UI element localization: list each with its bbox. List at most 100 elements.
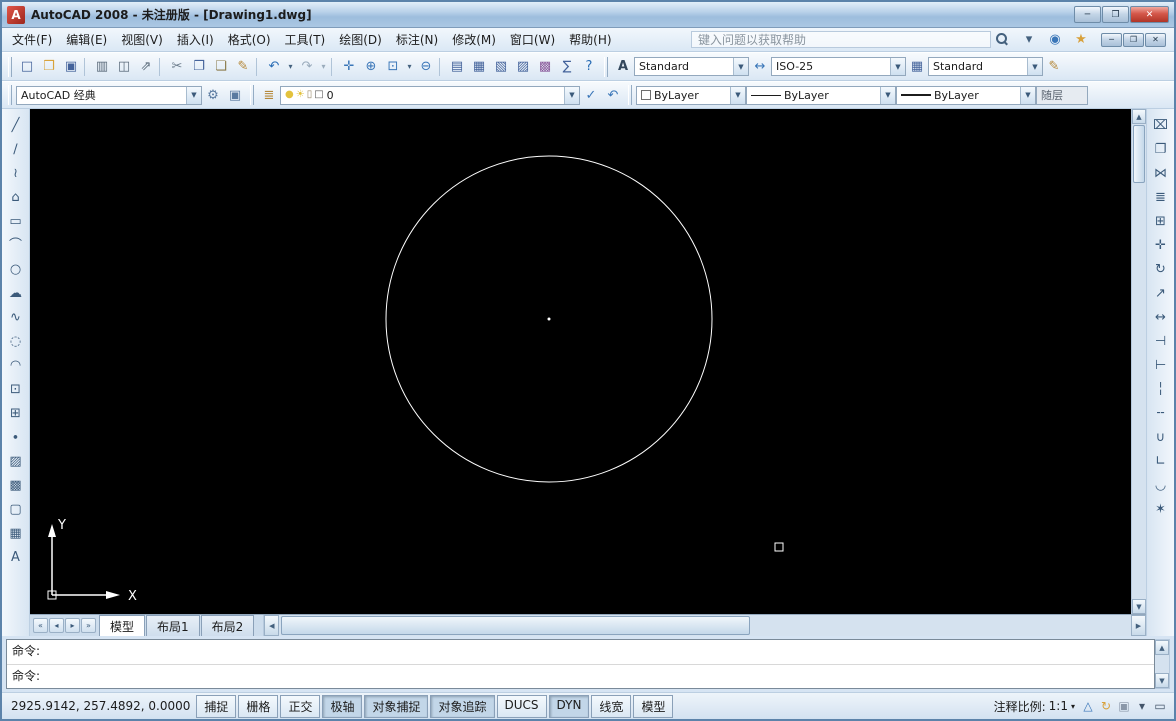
combo-arrow-icon[interactable]: ▼ [1027,58,1042,75]
publish-button[interactable]: ⇗ [135,56,157,78]
status-menu-button[interactable]: ▾ [1133,697,1151,715]
make-block-button[interactable]: ⊞ [5,402,27,424]
open-folder-button[interactable]: ❒ [38,56,60,78]
annotation-scale-arrow-icon[interactable]: ▾ [1071,702,1075,711]
pan-realtime-button[interactable]: ✛ [338,56,360,78]
help-search-input[interactable]: 键入问题以获取帮助 [691,31,991,48]
toggle-dyn[interactable]: DYN [549,695,590,718]
move-button[interactable]: ✛ [1150,234,1172,256]
vertical-scrollbar[interactable]: ▲ ▼ [1131,109,1146,614]
redo-button[interactable]: ↷ [296,56,318,78]
join-button[interactable]: ∪ [1150,426,1172,448]
tab-first-button[interactable]: « [33,618,48,633]
toggle-lwt[interactable]: 线宽 [591,695,631,718]
annotation-visibility-button[interactable]: △ [1079,697,1097,715]
tab-prev-button[interactable]: ◂ [49,618,64,633]
spline-button[interactable]: ∿ [5,306,27,328]
properties-button[interactable]: ▤ [446,56,468,78]
table-style-combo[interactable]: Standard ▼ [928,57,1043,76]
mirror-button[interactable]: ⋈ [1150,162,1172,184]
polygon-button[interactable]: ⌂ [5,186,27,208]
linetype-combo[interactable]: ByLayer ▼ [746,86,896,105]
trim-button[interactable]: ⊣ [1150,330,1172,352]
rectangle-button[interactable]: ▭ [5,210,27,232]
save-button[interactable]: ▣ [60,56,82,78]
cut-button[interactable]: ✂ [166,56,188,78]
insert-block-button[interactable]: ⊡ [5,378,27,400]
ellipse-arc-button[interactable]: ◠ [5,354,27,376]
ellipse-button[interactable]: ◌ [5,330,27,352]
annotation-autoscale-button[interactable]: ↻ [1097,697,1115,715]
combo-arrow-icon[interactable]: ▼ [186,87,201,104]
break-at-point-button[interactable]: ╎ [1150,378,1172,400]
copy-object-button[interactable]: ❐ [1150,138,1172,160]
layer-combo[interactable]: ●☀▯□ 0 ▼ [280,86,580,105]
table-button[interactable]: ▦ [5,522,27,544]
color-combo[interactable]: ByLayer ▼ [636,86,746,105]
copy-button[interactable]: ❐ [188,56,210,78]
zoom-dropdown-button[interactable]: ▾ [404,56,415,78]
workspace-combo[interactable]: AutoCAD 经典 ▼ [16,86,202,105]
array-button[interactable]: ⊞ [1150,210,1172,232]
make-object-layer-current-button[interactable]: ✓ [580,84,602,106]
lineweight-combo[interactable]: ByLayer ▼ [896,86,1036,105]
menu-window[interactable]: 窗口(W) [503,28,562,51]
toggle-ortho[interactable]: 正交 [280,695,320,718]
menu-view[interactable]: 视图(V) [114,28,170,51]
menu-help[interactable]: 帮助(H) [562,28,618,51]
toggle-grid[interactable]: 栅格 [238,695,278,718]
revision-cloud-button[interactable]: ☁ [5,282,27,304]
layer-previous-button[interactable]: ↶ [602,84,624,106]
erase-button[interactable]: ⌧ [1150,114,1172,136]
menu-edit[interactable]: 编辑(E) [59,28,114,51]
style-edit-icon[interactable]: ✎ [1043,56,1065,78]
menu-dimension[interactable]: 标注(N) [389,28,445,51]
scroll-down-button[interactable]: ▼ [1132,599,1146,614]
menu-modify[interactable]: 修改(M) [445,28,503,51]
tab-layout1[interactable]: 布局1 [146,615,200,636]
combo-arrow-icon[interactable]: ▼ [564,87,579,104]
gradient-button[interactable]: ▩ [5,474,27,496]
menu-file[interactable]: 文件(F) [5,28,59,51]
scale-button[interactable]: ↗ [1150,282,1172,304]
redo-dropdown-button[interactable]: ▾ [318,56,329,78]
line-button[interactable]: ╱ [5,114,27,136]
tab-next-button[interactable]: ▸ [65,618,80,633]
zoom-previous-button[interactable]: ⊖ [415,56,437,78]
horizontal-scroll-thumb[interactable] [281,616,749,635]
extend-button[interactable]: ⊢ [1150,354,1172,376]
favorites-star-icon[interactable]: ★ [1070,29,1092,51]
toolbar-grip[interactable] [604,57,608,77]
region-button[interactable]: ▢ [5,498,27,520]
menu-tools[interactable]: 工具(T) [278,28,333,51]
combo-arrow-icon[interactable]: ▼ [1020,87,1035,104]
toggle-osnap[interactable]: 对象捕捉 [364,695,428,718]
plot-button[interactable]: ▥ [91,56,113,78]
titlebar[interactable]: A AutoCAD 2008 - 未注册版 - [Drawing1.dwg] ─… [2,2,1174,28]
chamfer-button[interactable]: ∟ [1150,450,1172,472]
toolbar-grip[interactable] [8,57,12,77]
hatch-button[interactable]: ▨ [5,450,27,472]
help-button[interactable]: ? [578,56,600,78]
sheetset-manager-button[interactable]: ▨ [512,56,534,78]
zoom-realtime-button[interactable]: ⊕ [360,56,382,78]
vertical-scroll-thumb[interactable] [1133,125,1145,183]
quickcalc-button[interactable]: ∑ [556,56,578,78]
menu-insert[interactable]: 插入(I) [170,28,221,51]
communication-center-icon[interactable]: ◉ [1044,29,1066,51]
command-scroll-up-button[interactable]: ▲ [1155,640,1169,655]
command-scrollbar[interactable]: ▲ ▼ [1155,639,1170,689]
new-file-button[interactable]: □ [16,56,38,78]
scroll-left-button[interactable]: ◀ [264,615,279,636]
search-icon[interactable] [996,33,1009,46]
toggle-snap[interactable]: 捕捉 [196,695,236,718]
markup-manager-button[interactable]: ▩ [534,56,556,78]
zoom-window-button[interactable]: ⊡ [382,56,404,78]
paste-button[interactable]: ❏ [210,56,232,78]
command-scroll-track[interactable] [1155,655,1169,673]
toolbar-grip[interactable] [8,85,12,105]
scroll-up-button[interactable]: ▲ [1132,109,1146,124]
match-properties-button[interactable]: ✎ [232,56,254,78]
text-style-combo[interactable]: Standard ▼ [634,57,749,76]
toolbar-lock-button[interactable]: ▣ [1115,697,1133,715]
